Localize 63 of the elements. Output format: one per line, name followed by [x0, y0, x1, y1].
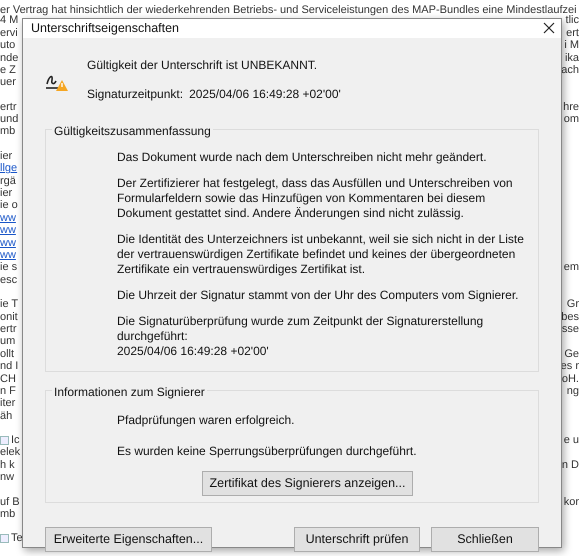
text-fragment: uto: [0, 38, 16, 53]
close-icon[interactable]: [543, 22, 555, 34]
text-fragment: Te: [11, 531, 23, 546]
text-fragment: elek: [0, 445, 20, 460]
text-fragment: i M: [564, 38, 580, 53]
text-fragment: äh: [0, 408, 12, 424]
text-fragment: ier: [0, 148, 12, 163]
text-fragment: hre: [563, 100, 580, 115]
text-fragment: oH.: [562, 372, 580, 386]
text-fragment: mb: [0, 124, 16, 140]
text-fragment: kor: [564, 494, 580, 510]
text-fragment: nw: [0, 470, 14, 486]
text-fragment: tlic: [566, 14, 580, 28]
text-fragment: h k: [0, 458, 15, 473]
text-fragment: e u: [564, 433, 580, 448]
text-fragment: onit: [0, 310, 18, 324]
text-fragment: um: [0, 334, 16, 349]
text-fragment: nd I: [0, 359, 18, 374]
text-fragment: und: [0, 112, 18, 126]
checkbox[interactable]: [0, 436, 9, 445]
text-fragment: ng: [566, 384, 580, 399]
text-fragment: n F: [0, 384, 16, 398]
text-fragment: ier: [0, 186, 12, 200]
text-fragment: esc: [0, 272, 18, 288]
timestamp-label: Signaturzeitpunkt:: [87, 86, 184, 103]
text-fragment: ertr: [0, 322, 16, 337]
text-fragment: n D: [562, 458, 580, 473]
text-fragment: ollt: [0, 346, 14, 361]
text-fragment: uer: [0, 75, 16, 90]
text-fragment: iter: [0, 396, 16, 411]
text-fragment: Ge: [564, 346, 580, 362]
text-line: er Vertrag hat hinsichtlich der wiederkehrenden Betriebs- und Serviceleistungen des MAP-Bundles eine Mindestlaufzei: [0, 4, 577, 16]
text-fragment: ie T: [0, 297, 18, 312]
summary-text: Die Identität des Unterzeichners ist unbekannt, weil sie sich nicht in der Liste der vertrauenswürdigen Zertifikate befindet und keines der übergeordneten Zertifikate ein vertrauenswürdiges Zertifikat ist.: [117, 232, 524, 277]
text-fragment: em: [564, 260, 580, 276]
window-title: Unterschriftseigenschaften: [31, 20, 179, 37]
text-fragment: mb: [0, 507, 16, 522]
dialog-button[interactable]: Unterschrift prüfen: [294, 526, 420, 552]
checkbox[interactable]: [0, 534, 9, 544]
text-fragment: Ic: [11, 433, 20, 447]
signer-info-text: Pfadprüfungen waren erfolgreich.: [117, 412, 296, 429]
text-fragment: om: [564, 112, 580, 128]
text-fragment: uf B: [0, 494, 20, 509]
dialog-button[interactable]: Zertifikat des Signierers anzeigen...: [202, 470, 413, 496]
text-fragment: Gr: [566, 297, 580, 312]
dialog-button[interactable]: Erweiterte Eigenschaften...: [45, 526, 212, 552]
text-fragment: CH: [0, 372, 16, 386]
summary-text: Der Zertifizierer hat festgelegt, dass das Ausfüllen und Unterschreiben von Formularfeldern sowie das Hinzufügen von Kommentaren bei diesem Dokument gestattet sind. Andere Änderungen sind nicht zulässig.: [117, 176, 514, 221]
text-fragment: e Z: [0, 62, 16, 78]
signer-info-text: Es wurden keine Sperrungsüberprüfungen durchgeführt.: [117, 442, 418, 460]
text-fragment: ertr: [0, 100, 16, 114]
summary-text: Die Uhrzeit der Signatur stammt von der Uhr des Computers vom Signierer.: [117, 288, 520, 303]
text-fragment: ach: [561, 62, 580, 78]
summary-text: Die Signaturüberprüfung wurde zum Zeitpunkt der Signaturerstellung durchgeführt: 2025/04/06 16:49:28 +02'00': [117, 314, 484, 359]
text-fragment: 4 M: [0, 14, 18, 28]
summary-text: Das Dokument wurde nach dem Unterschreiben nicht mehr geändert.: [117, 150, 488, 165]
text-fragment: ert: [566, 26, 580, 40]
validity-status: Gültigkeit der Unterschrift ist UNBEKANNT.: [87, 56, 318, 74]
text-fragment: nde: [0, 50, 18, 65]
timestamp-value: 2025/04/06 16:49:28 +02'00': [189, 86, 341, 103]
text-fragment: ervi: [0, 26, 18, 40]
dialog-button[interactable]: Schließen: [431, 526, 539, 552]
text-fragment: ika: [564, 50, 580, 65]
